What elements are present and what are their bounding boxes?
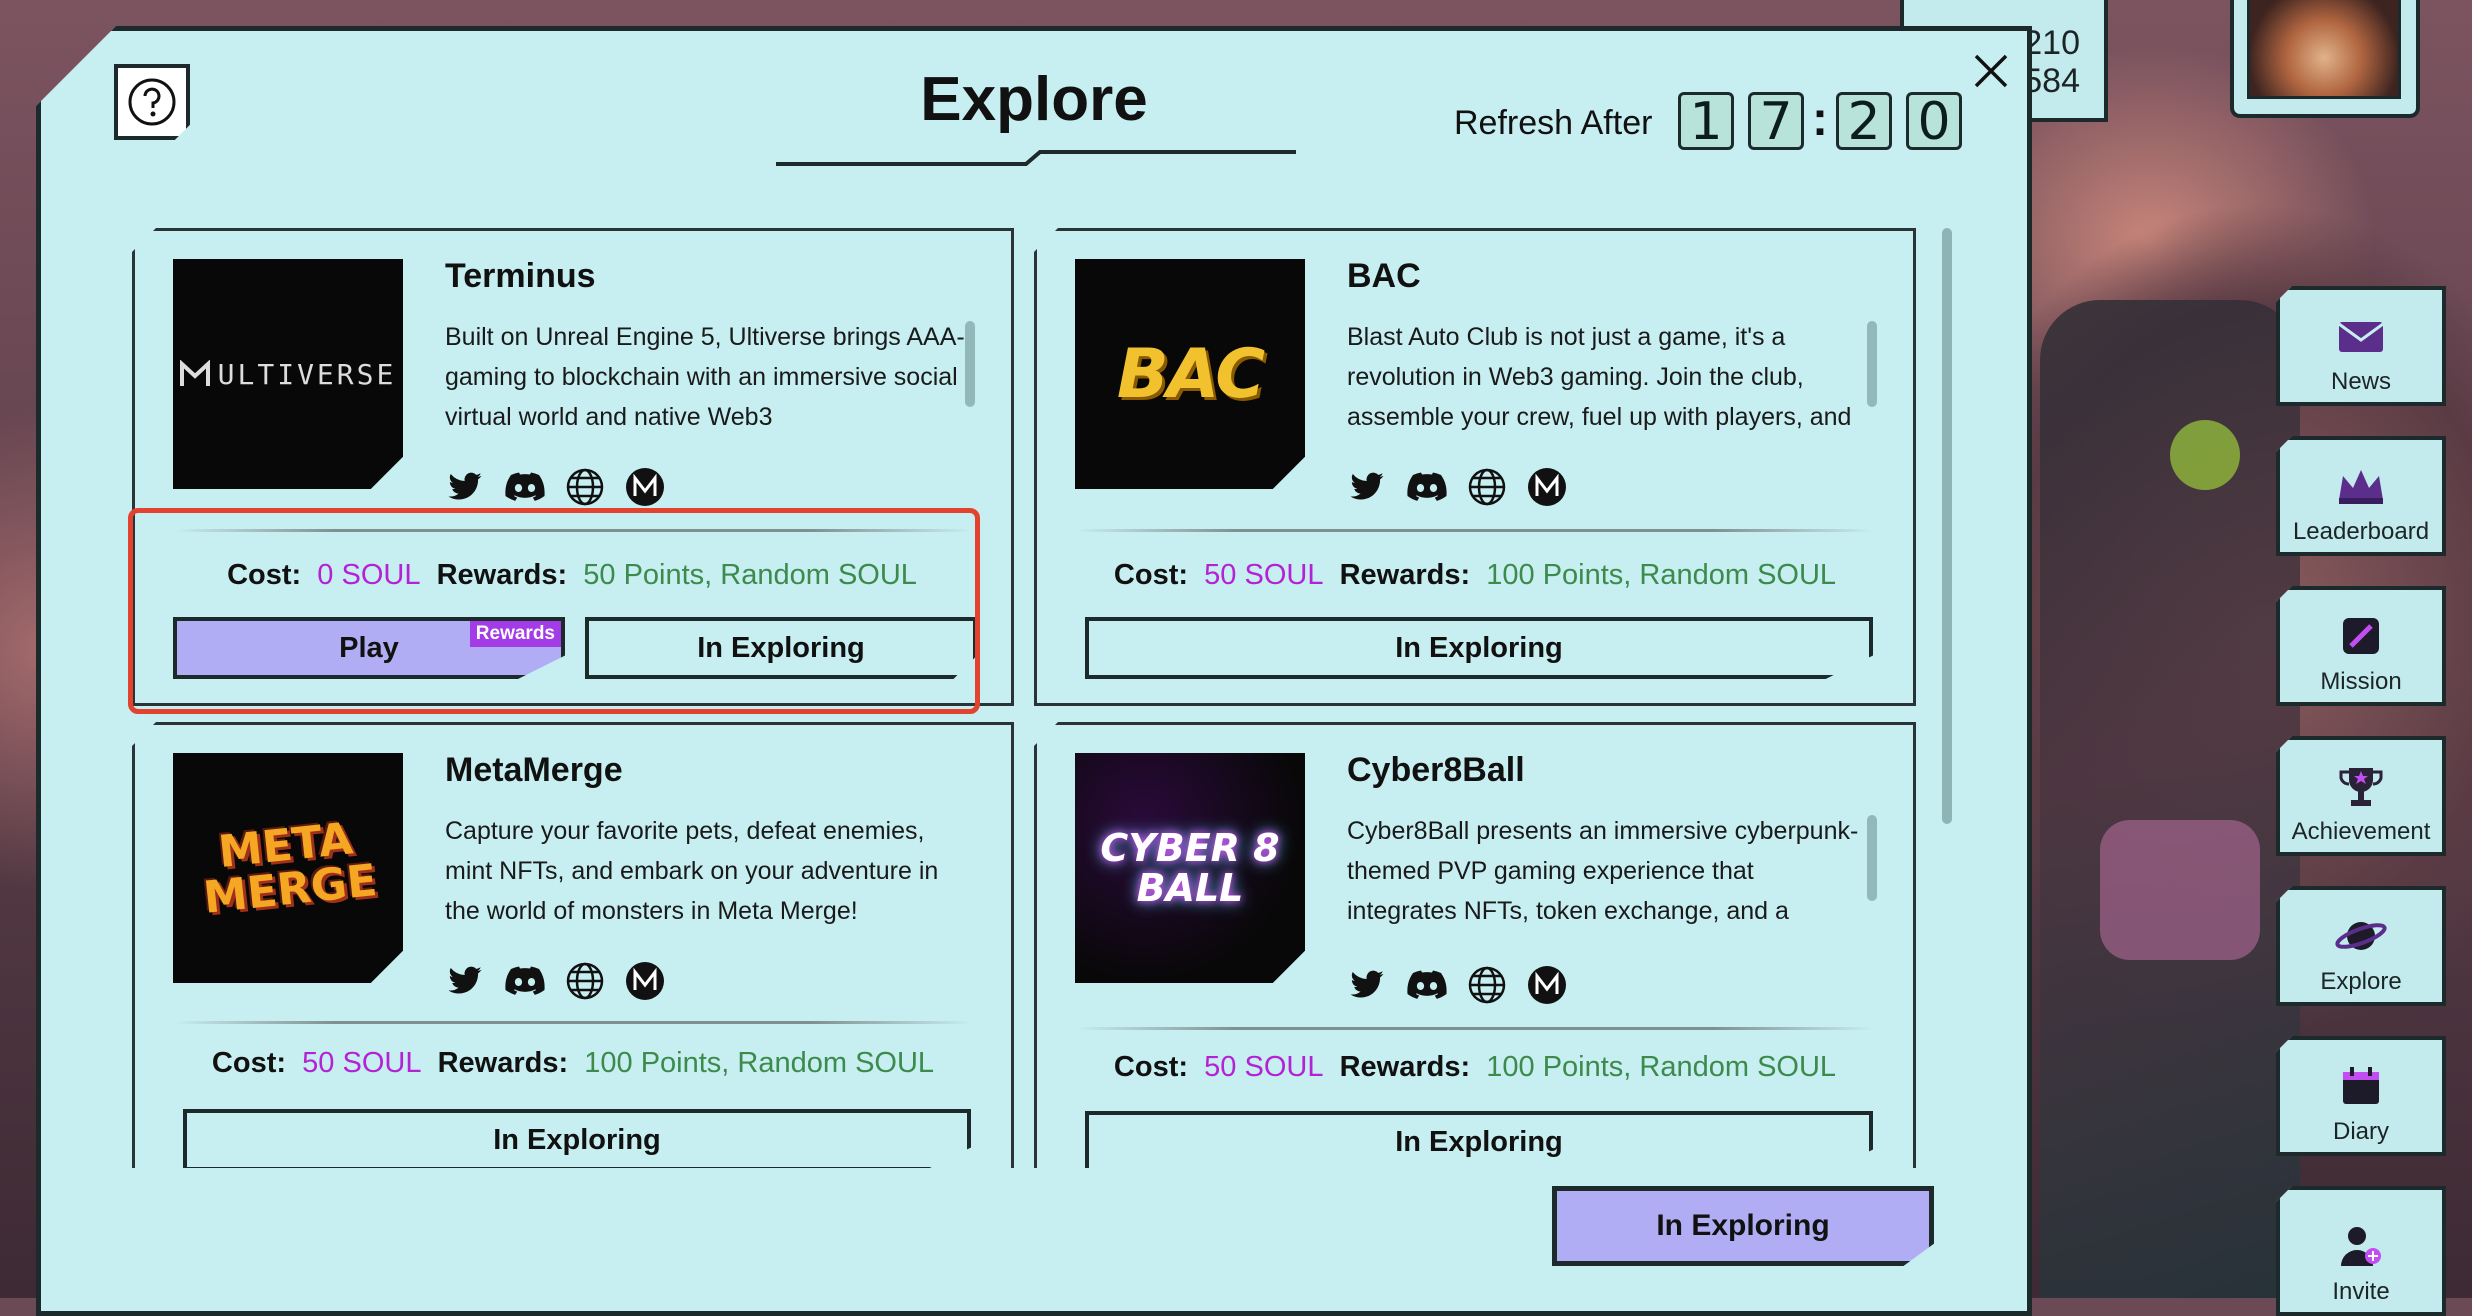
rewards-label: Rewards:	[1339, 1051, 1471, 1083]
side-menu-label: Explore	[2320, 968, 2402, 995]
side-menu-label: News	[2330, 368, 2391, 395]
rewards-value: 100 Points, Random SOUL	[584, 1047, 935, 1079]
description-scrollbar[interactable]	[965, 321, 975, 407]
cost-value: 50 SOUL	[1204, 1051, 1324, 1083]
add-user-icon	[2333, 1218, 2389, 1274]
game-card: CYBER 8 BALL Cyber8Ball Cyber8Ball prese…	[1034, 722, 1916, 1168]
crown-icon	[2333, 458, 2389, 514]
globe-icon[interactable]	[565, 467, 605, 507]
in-exploring-button[interactable]: In Exploring	[1085, 617, 1873, 679]
rewards-value: 100 Points, Random SOUL	[1486, 1051, 1837, 1083]
game-description: Built on Unreal Engine 5, Ultiverse brin…	[445, 323, 965, 431]
twitter-icon[interactable]	[445, 961, 485, 1001]
game-description: Cyber8Ball presents an immersive cyberpu…	[1347, 817, 1859, 925]
in-exploring-button[interactable]: In Exploring	[1085, 1111, 1873, 1168]
divider	[175, 1021, 971, 1024]
mission-icon	[2333, 608, 2389, 664]
side-menu-news[interactable]: News	[2276, 286, 2446, 406]
calendar-icon	[2333, 1058, 2389, 1114]
rewards-value: 100 Points, Random SOUL	[1486, 559, 1837, 591]
social-links	[1347, 965, 1567, 1005]
twitter-icon[interactable]	[445, 467, 485, 507]
cost-rewards-line: Cost: 50 SOUL Rewards: 100 Points, Rando…	[1037, 1051, 1913, 1084]
highlight-box	[128, 508, 980, 714]
game-description: Blast Auto Club is not just a game, it's…	[1347, 323, 1852, 431]
game-logo: ULTIVERSE	[173, 259, 403, 489]
cost-label: Cost:	[1113, 559, 1189, 591]
game-logo: CYBER 8 BALL	[1075, 753, 1305, 983]
medium-icon[interactable]	[625, 961, 665, 1001]
game-logo: BAC	[1075, 259, 1305, 489]
side-menu-label: Leaderboard	[2292, 518, 2430, 545]
logo-text: BAC	[1116, 334, 1265, 414]
game-name: BAC	[1347, 257, 1421, 295]
game-card: META MERGE MetaMerge Capture your favori…	[132, 722, 1014, 1168]
side-menu-explore[interactable]: Explore	[2276, 886, 2446, 1006]
twitter-icon[interactable]	[1347, 965, 1387, 1005]
divider	[1077, 529, 1873, 532]
side-menu-achievement[interactable]: Achievement	[2276, 736, 2446, 856]
discord-icon[interactable]	[505, 961, 545, 1001]
medium-icon[interactable]	[625, 467, 665, 507]
cost-label: Cost:	[211, 1047, 287, 1079]
side-menu-mission[interactable]: Mission	[2276, 586, 2446, 706]
description-scrollbar[interactable]	[1867, 321, 1877, 407]
social-links	[445, 467, 665, 507]
globe-icon[interactable]	[565, 961, 605, 1001]
game-name: Cyber8Ball	[1347, 751, 1525, 789]
logo-text: CYBER 8 BALL	[1100, 826, 1280, 910]
discord-icon[interactable]	[1407, 965, 1447, 1005]
cost-rewards-line: Cost: 50 SOUL Rewards: 100 Points, Rando…	[1037, 559, 1913, 592]
game-name: Terminus	[445, 257, 596, 295]
side-menu-diary[interactable]: Diary	[2276, 1036, 2446, 1156]
rewards-label: Rewards:	[1339, 559, 1471, 591]
cost-rewards-line: Cost: 50 SOUL Rewards: 100 Points, Rando…	[135, 1047, 1011, 1080]
in-exploring-button[interactable]: In Exploring	[183, 1109, 971, 1168]
discord-icon[interactable]	[1407, 467, 1447, 507]
social-links	[445, 961, 665, 1001]
trophy-icon	[2333, 758, 2389, 814]
rewards-label: Rewards:	[437, 1047, 569, 1079]
globe-icon[interactable]	[1467, 965, 1507, 1005]
side-menu-label: Diary	[2332, 1118, 2389, 1145]
cost-value: 50 SOUL	[302, 1047, 422, 1079]
avatar-image	[2247, 0, 2401, 99]
side-menu-leaderboard[interactable]: Leaderboard	[2276, 436, 2446, 556]
planet-icon	[2333, 908, 2389, 964]
side-menu-label: Mission	[2320, 668, 2402, 695]
twitter-icon[interactable]	[1347, 467, 1387, 507]
game-card: BAC BAC Blast Auto Club is not just a ga…	[1034, 228, 1916, 706]
medium-icon[interactable]	[1527, 467, 1567, 507]
avatar[interactable]	[2230, 0, 2420, 118]
ultiverse-logo-icon	[179, 360, 210, 386]
in-exploring-main-button[interactable]: In Exploring	[1552, 1186, 1934, 1266]
globe-icon[interactable]	[1467, 467, 1507, 507]
description-scrollbar[interactable]	[1867, 815, 1877, 901]
social-links	[1347, 467, 1567, 507]
side-menu-label: Achievement	[2291, 818, 2431, 845]
discord-icon[interactable]	[505, 467, 545, 507]
divider	[1077, 1027, 1873, 1030]
side-menu-label: Invite	[2332, 1278, 2390, 1305]
cost-value: 50 SOUL	[1204, 559, 1324, 591]
medium-icon[interactable]	[1527, 965, 1567, 1005]
game-name: MetaMerge	[445, 751, 623, 789]
envelope-icon	[2333, 308, 2389, 364]
cost-label: Cost:	[1113, 1051, 1189, 1083]
logo-text: ULTIVERSE	[217, 357, 397, 391]
game-logo: META MERGE	[173, 753, 403, 983]
game-description: Capture your favorite pets, defeat enemi…	[445, 817, 939, 925]
logo-text: META MERGE	[201, 813, 380, 924]
side-menu-invite[interactable]: Invite	[2276, 1186, 2446, 1316]
